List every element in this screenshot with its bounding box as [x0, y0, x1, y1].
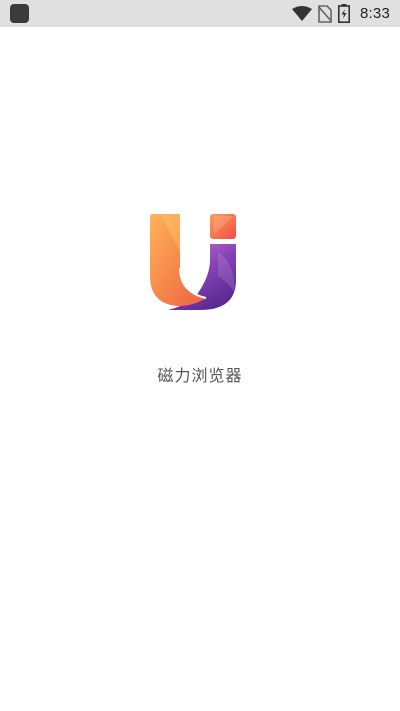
status-icons: 8:33: [292, 0, 390, 27]
battery-charging-icon: [338, 4, 350, 23]
wifi-icon: [292, 5, 312, 22]
status-bar: 8:33: [0, 0, 400, 27]
no-sim-icon: [318, 4, 332, 23]
ui-logo-icon: [148, 212, 240, 314]
app-notification-icon: [10, 4, 29, 23]
app-name-label: 磁力浏览器: [157, 366, 243, 385]
status-time: 8:33: [360, 5, 390, 22]
splash-screen: 8:33 磁力浏览器: [0, 0, 400, 711]
